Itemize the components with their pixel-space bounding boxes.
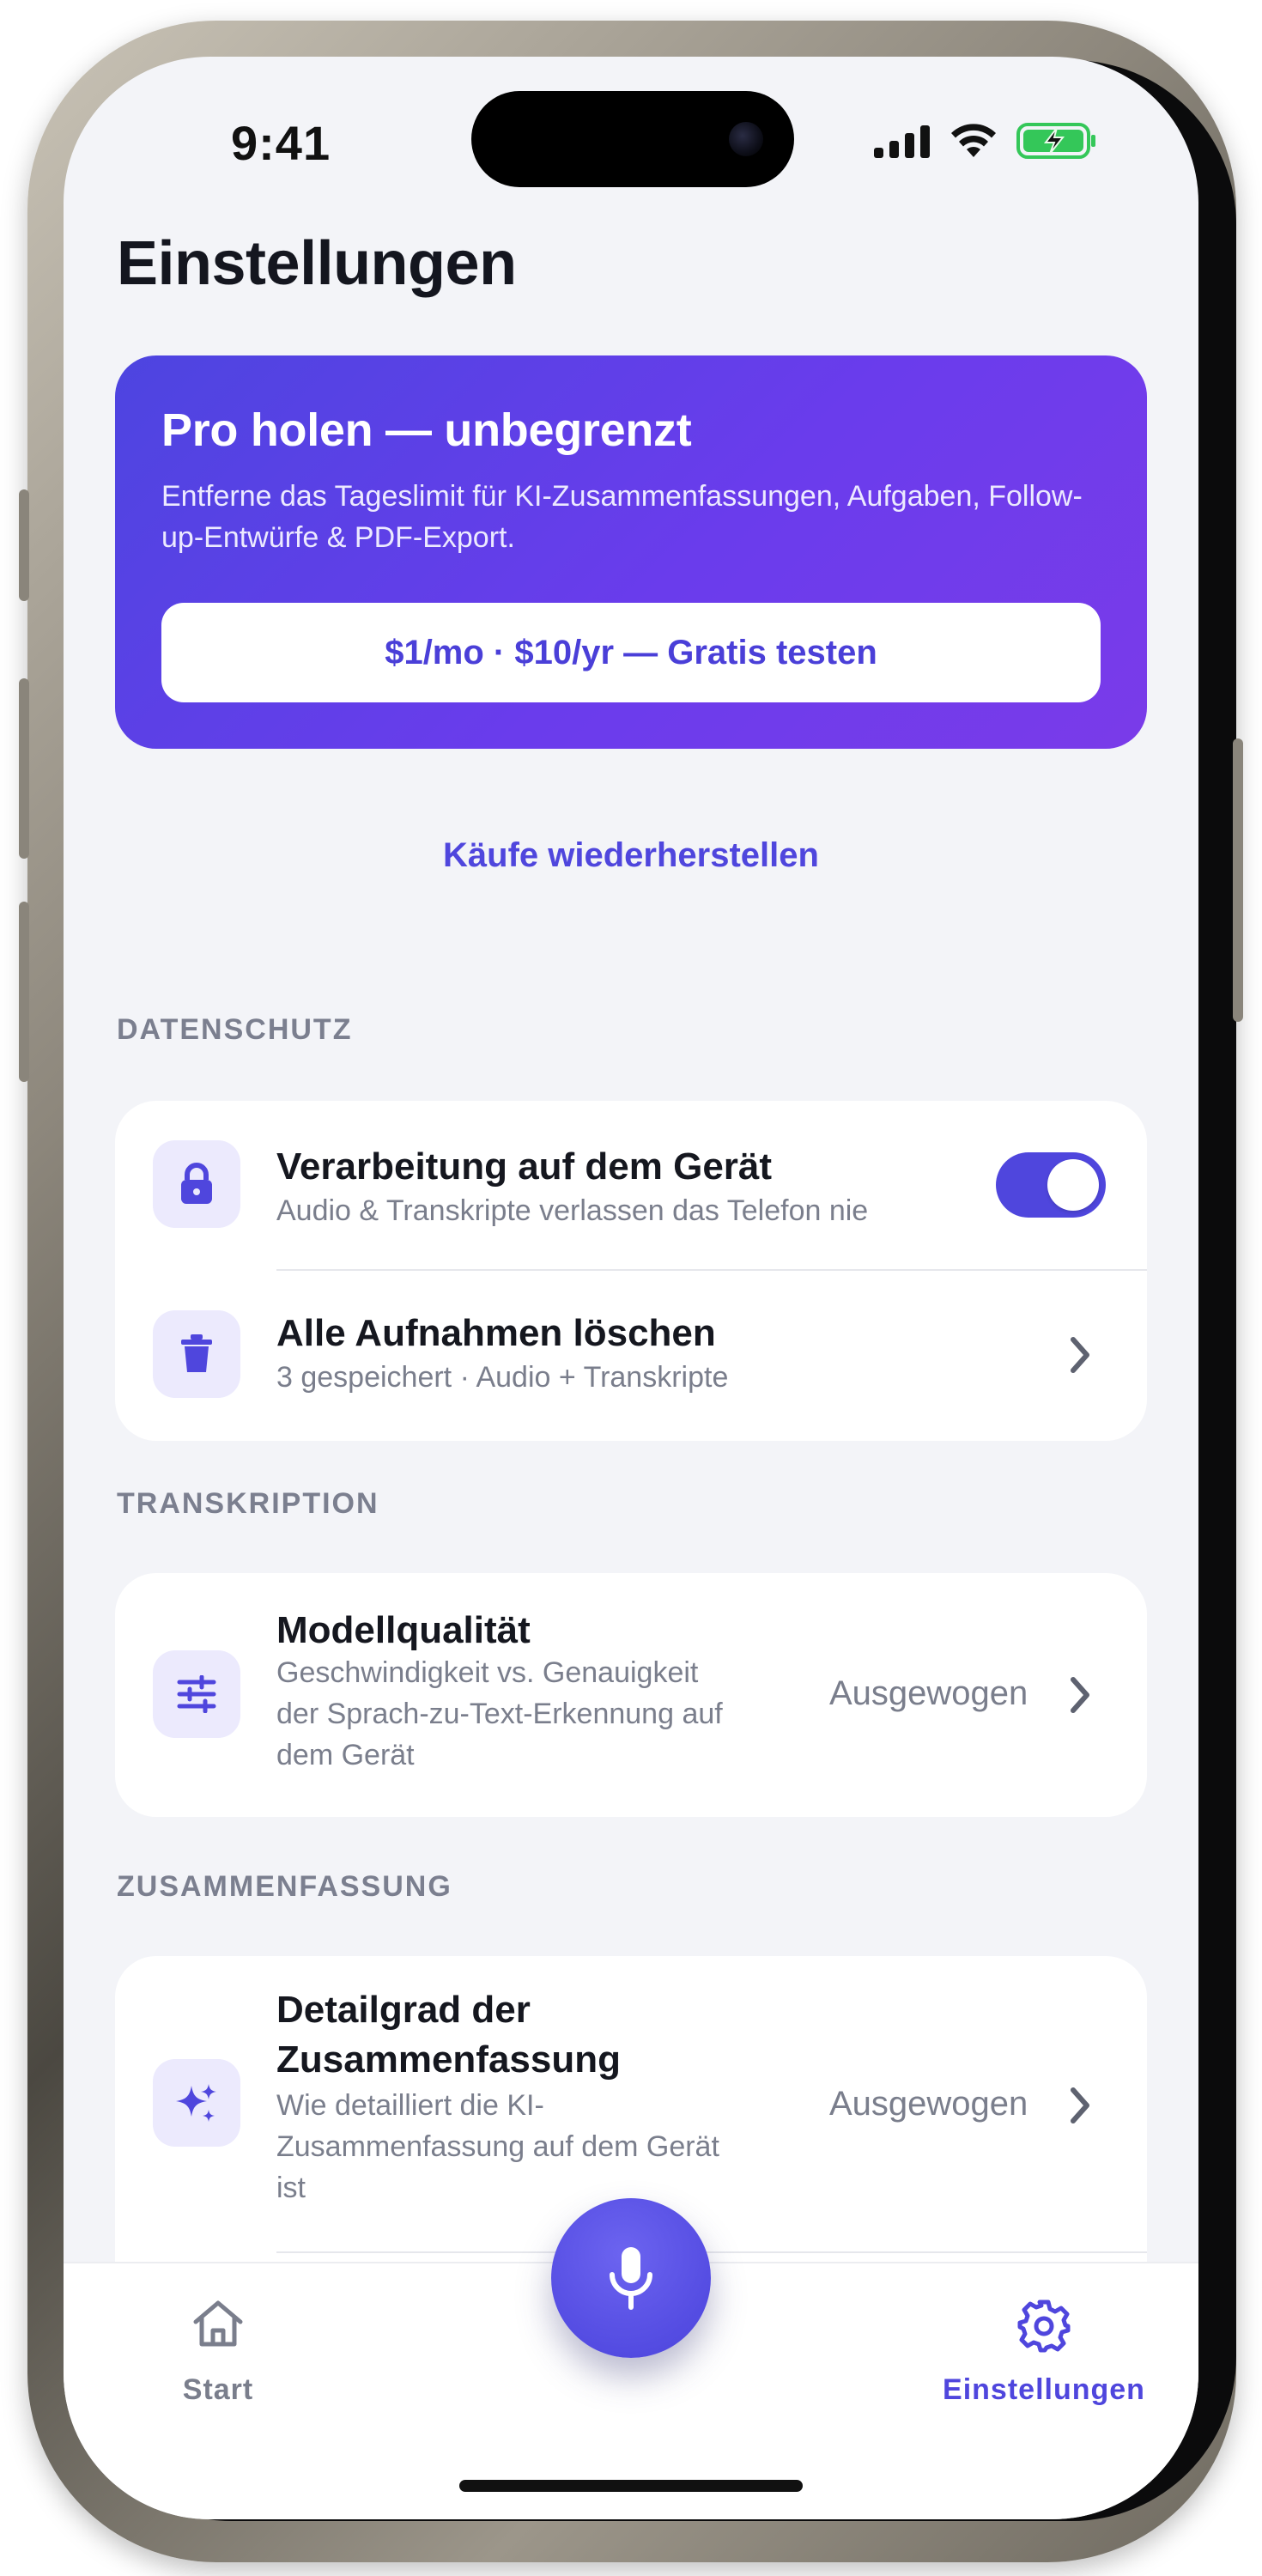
restore-purchases-link[interactable]: Käufe wiederherstellen	[64, 836, 1198, 875]
tab-start-label: Start	[182, 2373, 254, 2406]
on-device-processing-subtitle: Audio & Transkripte verlassen das Telefo…	[276, 1194, 869, 1227]
action-button	[19, 489, 29, 601]
summary-detail-title-line-2: Zusammenfassung	[276, 2038, 621, 2081]
summary-detail-value: Ausgewogen	[829, 2085, 1028, 2123]
toggle-knob	[1047, 1159, 1099, 1211]
on-device-processing-title: Verarbeitung auf dem Gerät	[276, 1145, 773, 1188]
summary-detail-subtitle-line-3: ist	[276, 2172, 306, 2204]
tab-start[interactable]: Start	[89, 2263, 347, 2435]
sparkles-icon	[153, 2059, 240, 2147]
model-quality-title: Modellqualität	[276, 1609, 531, 1651]
screen: 9:41 Einstellungen Pro holen — unbegrenz…	[64, 57, 1198, 2519]
chevron-right-icon	[1071, 1337, 1089, 1373]
lock-icon	[153, 1140, 240, 1228]
sliders-icon	[153, 1650, 240, 1738]
model-quality-subtitle-line-1: Geschwindigkeit vs. Genauigkeit	[276, 1656, 699, 1689]
gear-icon	[1017, 2300, 1071, 2353]
dynamic-island	[471, 91, 794, 187]
page-title: Einstellungen	[117, 229, 517, 298]
chevron-right-icon	[1071, 1677, 1089, 1713]
chevron-right-icon	[1071, 2087, 1089, 2123]
tab-settings[interactable]: Einstellungen	[915, 2263, 1173, 2435]
model-quality-value: Ausgewogen	[829, 1674, 1028, 1712]
delete-recordings-subtitle: 3 gespeichert · Audio + Transkripte	[276, 1361, 729, 1394]
volume-up-button	[19, 678, 29, 859]
power-button	[1233, 738, 1243, 1022]
transcription-card: Modellqualität Geschwindigkeit vs. Genau…	[115, 1573, 1147, 1817]
pro-upgrade-card: Pro holen — unbegrenzt Entferne das Tage…	[115, 355, 1147, 749]
privacy-card: Verarbeitung auf dem Gerät Audio & Trans…	[115, 1101, 1147, 1441]
model-quality-subtitle-line-3: dem Gerät	[276, 1739, 415, 1771]
front-camera-icon	[729, 122, 763, 156]
on-device-processing-row[interactable]: Verarbeitung auf dem Gerät Audio & Trans…	[115, 1101, 1147, 1269]
battery-charging-icon	[1016, 123, 1095, 159]
summary-detail-title-line-1: Detailgrad der	[276, 1989, 531, 2031]
on-device-processing-toggle[interactable]	[996, 1152, 1106, 1218]
record-button[interactable]	[551, 2198, 711, 2358]
wifi-icon	[951, 124, 996, 157]
pro-upgrade-description: Entferne das Tageslimit für KI-Zusammenf…	[161, 480, 1083, 554]
delete-recordings-row[interactable]: Alle Aufnahmen löschen 3 gespeichert · A…	[115, 1271, 1147, 1441]
section-header-summary: ZUSAMMENFASSUNG	[117, 1870, 452, 1903]
delete-recordings-title: Alle Aufnahmen löschen	[276, 1312, 716, 1354]
model-quality-row[interactable]: Modellqualität Geschwindigkeit vs. Genau…	[115, 1573, 1147, 1817]
cellular-signal-icon	[874, 125, 930, 158]
section-header-transcription: TRANSKRIPTION	[117, 1487, 379, 1520]
start-trial-button[interactable]: $1/mo · $10/yr — Gratis testen	[161, 603, 1101, 702]
volume-down-button	[19, 902, 29, 1082]
section-header-privacy: DATENSCHUTZ	[117, 1013, 353, 1046]
tab-settings-label: Einstellungen	[943, 2373, 1145, 2406]
model-quality-subtitle-line-2: der Sprach-zu-Text-Erkennung auf	[276, 1698, 723, 1730]
home-icon	[193, 2300, 243, 2347]
summary-detail-subtitle-line-1: Wie detailliert die KI-	[276, 2089, 544, 2122]
pro-upgrade-title: Pro holen — unbegrenzt	[161, 404, 692, 456]
status-time: 9:41	[231, 116, 331, 170]
microphone-icon	[610, 2247, 652, 2310]
status-icons	[874, 122, 1097, 160]
trash-icon	[153, 1310, 240, 1398]
divider	[276, 2251, 1147, 2253]
home-indicator	[459, 2480, 803, 2492]
summary-detail-subtitle-line-2: Zusammenfassung auf dem Gerät	[276, 2130, 719, 2163]
